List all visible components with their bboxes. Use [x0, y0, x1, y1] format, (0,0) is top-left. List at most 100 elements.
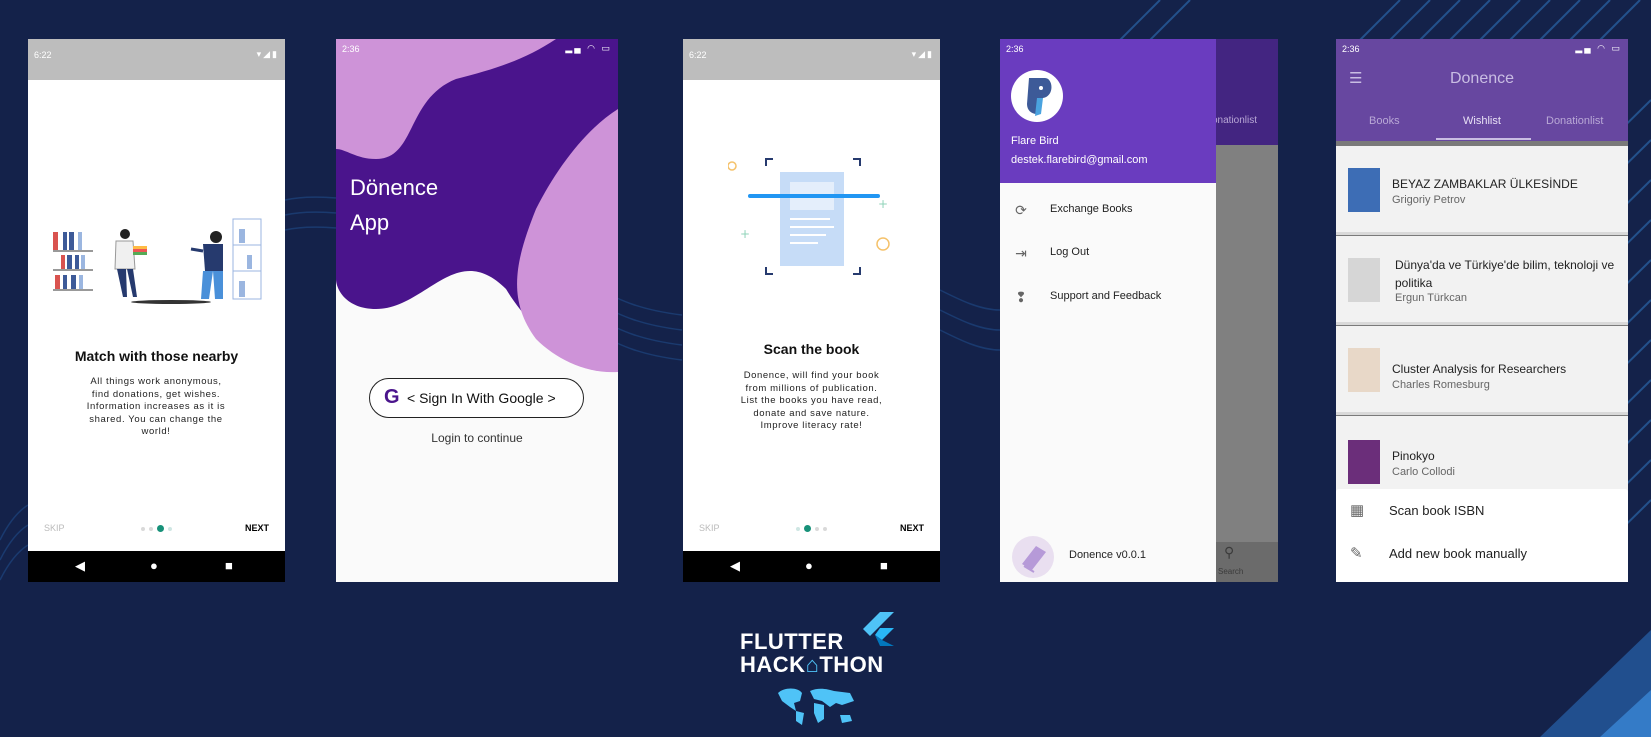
navigation-drawer: 2:36 Flare Bird destek.flarebird@gmail.c…: [1000, 39, 1216, 582]
page-dot: [149, 526, 153, 531]
page-dot: [823, 526, 827, 531]
wishlist-screen: 2:36 ▂▄ ◠ ▭ ☰ Donence Books Wishlist Don…: [1336, 39, 1628, 582]
behind-search-label: Search: [1218, 567, 1244, 576]
onboarding-description: All things work anonymous, find donation…: [86, 376, 226, 437]
sheet-option-label: Scan book ISBN: [1389, 503, 1485, 518]
tab-books[interactable]: Books: [1369, 115, 1400, 127]
bottom-sheet: ▦ Scan book ISBN ✎ Add new book manually: [1336, 489, 1628, 582]
book-title: Pinokyo: [1392, 449, 1435, 463]
app-title-line1: Dönence: [350, 175, 439, 200]
back-icon[interactable]: ◀: [75, 558, 85, 574]
recents-icon[interactable]: ■: [880, 558, 888, 573]
flutter-logo-icon: [863, 612, 894, 646]
world-map-icon: [778, 688, 854, 725]
recents-icon[interactable]: ■: [225, 558, 233, 573]
svg-text:+: +: [878, 197, 888, 211]
search-icon: ⚲: [1224, 544, 1235, 560]
google-sign-in-button[interactable]: G < Sign In With Google >: [369, 378, 584, 418]
book-author: Ergun Türkcan: [1395, 292, 1467, 304]
book-author: Grigoriy Petrov: [1392, 194, 1466, 206]
tab-indicator: [1436, 138, 1531, 140]
house-icon: ⌂: [805, 652, 820, 677]
page-dot: [815, 526, 819, 531]
home-icon[interactable]: ●: [805, 558, 813, 573]
book-cover: [1348, 348, 1380, 392]
menu-item-exchange-books[interactable]: ⟳ Exchange Books: [1000, 191, 1216, 231]
pencil-icon: ✎: [1350, 545, 1363, 562]
user-name: Flare Bird: [1011, 135, 1059, 147]
logout-icon: ⇥: [1015, 245, 1027, 261]
page-dot-active: [157, 525, 164, 532]
onboarding-screen-3: 6:22 ▾◢▮ + + Scan the book Donence, will…: [683, 39, 940, 582]
app-logo-icon: [1012, 536, 1054, 578]
app-title: Donence: [1449, 70, 1515, 87]
brand-line2-part2: THON: [819, 652, 884, 677]
avatar: [1011, 70, 1063, 122]
book-cover: [1348, 440, 1380, 484]
login-hint: Login to continue: [431, 431, 523, 445]
book-cover: [1348, 258, 1380, 302]
parrot-logo-icon: [1027, 78, 1052, 116]
book-cover: [1348, 168, 1380, 212]
next-button[interactable]: NEXT: [900, 523, 924, 533]
menu-item-label: Support and Feedback: [1050, 290, 1162, 302]
behind-tab-label: onationlist: [1212, 115, 1258, 126]
app-bar: 2:36 ▂▄ ◠ ▭ ☰ Donence Books Wishlist Don…: [1336, 39, 1628, 141]
sheet-option-label: Add new book manually: [1389, 546, 1528, 561]
status-time: 6:22: [689, 50, 707, 60]
tab-donationlist[interactable]: Donationlist: [1546, 115, 1603, 127]
status-bar: 2:36 ▂▄ ◠ ▭: [336, 39, 618, 59]
book-author: Charles Romesburg: [1392, 379, 1490, 391]
onboarding-description: Donence, will find your book from millio…: [740, 370, 883, 431]
book-card[interactable]: Cluster Analysis for Researchers Charles…: [1336, 326, 1628, 415]
status-icons: ▾◢▮: [911, 49, 934, 59]
onboarding-title: Match with those nearby: [74, 348, 239, 364]
add-book-manually-option[interactable]: ✎ Add new book manually: [1336, 532, 1628, 575]
user-email: destek.flarebird@gmail.com: [1011, 154, 1148, 166]
skip-button[interactable]: SKIP: [699, 523, 720, 533]
status-bar: 6:22 ▾◢▮: [28, 39, 285, 80]
book-title: BEYAZ ZAMBAKLAR ÜLKESİNDE: [1392, 177, 1578, 191]
status-icons: ▂▄ ◠ ▭: [565, 43, 612, 53]
page-dot: [168, 526, 172, 531]
refresh-icon: ⟳: [1015, 202, 1027, 218]
svg-text:+: +: [740, 227, 750, 241]
page-dot: [141, 526, 145, 531]
match-illustration: [53, 218, 262, 304]
status-time: 2:36: [1006, 44, 1024, 54]
login-wave-background: [336, 39, 618, 373]
qr-code-icon: ▦: [1350, 502, 1365, 519]
menu-item-log-out[interactable]: ⇥ Log Out: [1000, 234, 1216, 274]
home-icon[interactable]: ●: [150, 558, 158, 573]
brand-line2-part1: HACK: [740, 652, 806, 677]
flutter-hackathon-logo: FLUTTER HACK⌂THON: [740, 612, 910, 737]
drawer-header: 2:36 Flare Bird destek.flarebird@gmail.c…: [1000, 39, 1216, 183]
page-indicator: [796, 525, 827, 532]
menu-item-label: Log Out: [1050, 246, 1090, 258]
next-button[interactable]: NEXT: [245, 523, 269, 533]
menu-item-support-feedback[interactable]: ❢ Support and Feedback: [1000, 278, 1216, 318]
onboarding-title: Scan the book: [763, 341, 860, 357]
book-card[interactable]: Dünya'da ve Türkiye'de bilim, teknoloji …: [1336, 236, 1628, 325]
brand-line2: HACK⌂THON: [740, 652, 884, 678]
book-author: Carlo Collodi: [1392, 466, 1455, 478]
status-bar: 6:22 ▾◢▮: [683, 39, 940, 80]
book-card[interactable]: BEYAZ ZAMBAKLAR ÜLKESİNDE Grigoriy Petro…: [1336, 146, 1628, 235]
status-time: 6:22: [34, 50, 52, 60]
scan-isbn-option[interactable]: ▦ Scan book ISBN: [1336, 489, 1628, 532]
page-dot-active: [804, 525, 811, 532]
book-title: Dünya'da ve Türkiye'de bilim, teknoloji …: [1395, 258, 1615, 290]
tab-wishlist[interactable]: Wishlist: [1463, 115, 1501, 127]
android-nav-bar: ◀ ● ■: [28, 551, 285, 582]
book-logo-icon: [1022, 546, 1046, 573]
skip-button[interactable]: SKIP: [44, 523, 65, 533]
login-screen: 2:36 ▂▄ ◠ ▭ Dönence App G < Sign In With…: [336, 39, 618, 582]
book-title: Cluster Analysis for Researchers: [1392, 362, 1567, 376]
status-bar: 2:36 ▂▄ ◠ ▭: [1336, 39, 1628, 59]
status-icons: ▾◢▮: [256, 49, 279, 59]
page-dot: [796, 526, 800, 531]
status-time: 2:36: [1342, 44, 1360, 54]
back-icon[interactable]: ◀: [730, 558, 740, 574]
menu-item-label: Exchange Books: [1050, 203, 1133, 215]
google-button-label: < Sign In With Google >: [407, 390, 556, 406]
